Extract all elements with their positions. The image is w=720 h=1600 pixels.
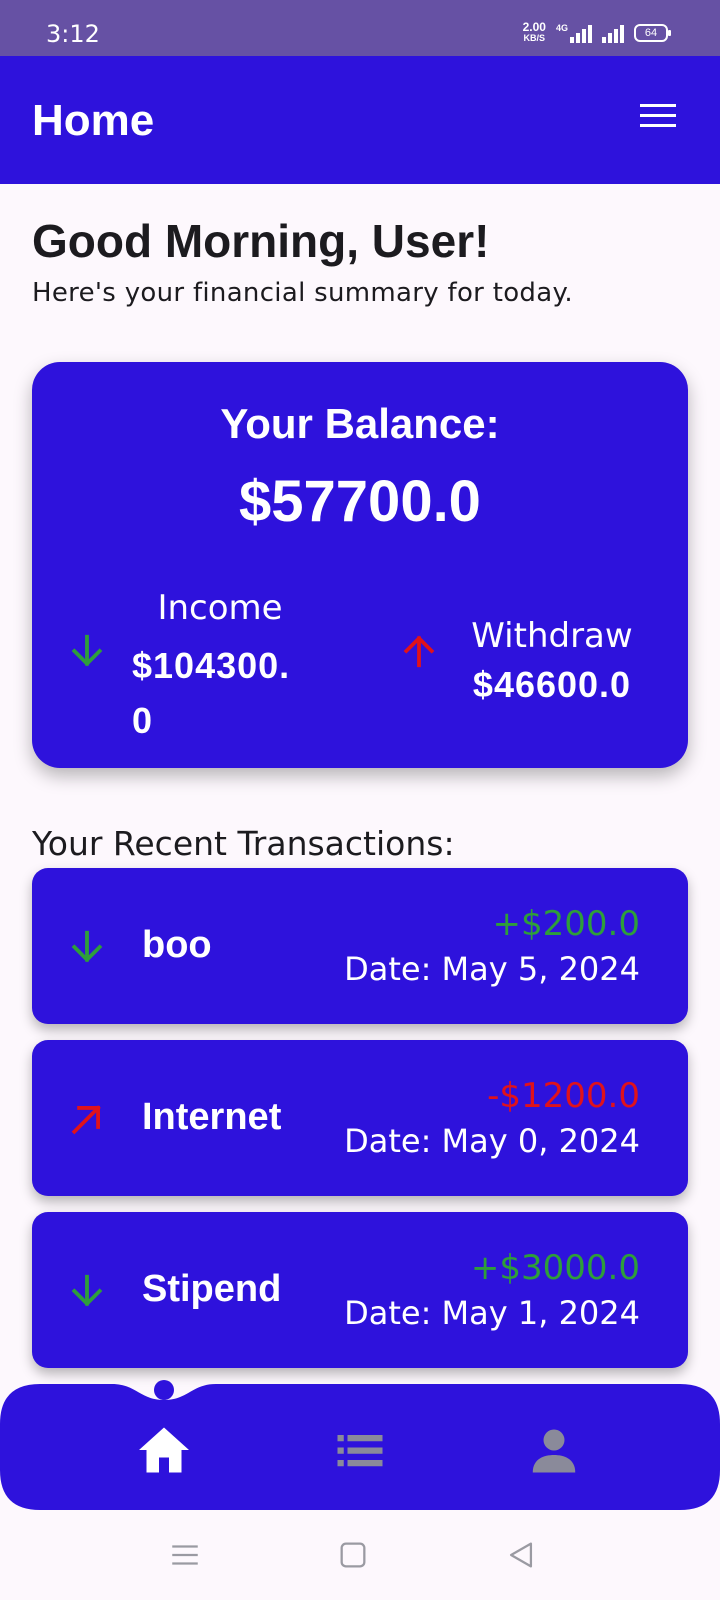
home-square-icon[interactable] xyxy=(336,1538,370,1572)
withdraw-label: Withdraw xyxy=(471,616,633,656)
status-icons: 2.00 KB/S 4G 64 xyxy=(522,20,671,44)
network-type: 4G xyxy=(555,23,568,33)
greeting-subtitle: Here's your financial summary for today. xyxy=(32,278,574,308)
home-icon[interactable] xyxy=(134,1420,194,1480)
status-time: 3:12 xyxy=(46,20,100,48)
page-title: Home xyxy=(32,96,155,145)
transaction-item[interactable]: boo +$200.0 Date: May 5, 2024 xyxy=(32,868,688,1024)
withdraw-arrow-up-icon xyxy=(403,635,435,668)
battery-icon: 64 xyxy=(634,24,671,42)
balance-card: Your Balance: $57700.0 Income $104300.0 … xyxy=(32,362,688,768)
greeting-title: Good Morning, User! xyxy=(32,215,490,267)
system-navigation-bar xyxy=(0,1510,720,1600)
income-arrow-down-icon xyxy=(71,634,103,667)
recents-menu-icon[interactable] xyxy=(168,1538,202,1572)
balance-value: $57700.0 xyxy=(239,469,481,534)
arrow-up-right-icon xyxy=(71,1105,101,1135)
balance-label: Your Balance: xyxy=(220,400,500,447)
transaction-date: Date: May 0, 2024 xyxy=(344,1122,640,1160)
active-tab-indicator xyxy=(154,1380,174,1400)
signal-4g-icon: 4G xyxy=(556,23,592,43)
transaction-amount: -$1200.0 xyxy=(487,1076,640,1116)
bottom-navigation xyxy=(0,1380,720,1510)
transaction-date: Date: May 5, 2024 xyxy=(344,950,640,988)
transaction-date: Date: May 1, 2024 xyxy=(344,1294,640,1332)
recent-transactions-title: Your Recent Transactions: xyxy=(32,824,455,863)
person-icon[interactable] xyxy=(524,1420,584,1480)
income-value: $104300.0 xyxy=(132,645,291,741)
transaction-amount: +$200.0 xyxy=(492,904,640,944)
hamburger-menu-icon[interactable] xyxy=(640,102,676,130)
network-speed: 2.00 KB/S xyxy=(522,20,546,44)
transaction-amount: +$3000.0 xyxy=(470,1248,640,1288)
transaction-title: Stipend xyxy=(142,1268,282,1310)
network-speed-value: 2.00 xyxy=(522,20,546,34)
withdraw-value: $46600.0 xyxy=(472,664,632,705)
status-bar: 3:12 2.00 KB/S 4G 64 xyxy=(0,0,720,56)
transaction-title: boo xyxy=(142,924,212,966)
transaction-item[interactable]: Stipend +$3000.0 Date: May 1, 2024 xyxy=(32,1212,688,1368)
arrow-down-icon xyxy=(71,930,103,963)
list-icon[interactable] xyxy=(330,1420,390,1480)
arrow-down-icon xyxy=(71,1274,103,1307)
app-bar: Home xyxy=(0,56,720,184)
network-speed-unit: KB/S xyxy=(523,33,546,43)
transaction-title: Internet xyxy=(142,1096,282,1138)
transaction-item[interactable]: Internet -$1200.0 Date: May 0, 2024 xyxy=(32,1040,688,1196)
signal-icon xyxy=(602,23,624,43)
back-triangle-icon[interactable] xyxy=(504,1538,538,1572)
income-label: Income xyxy=(157,588,283,628)
